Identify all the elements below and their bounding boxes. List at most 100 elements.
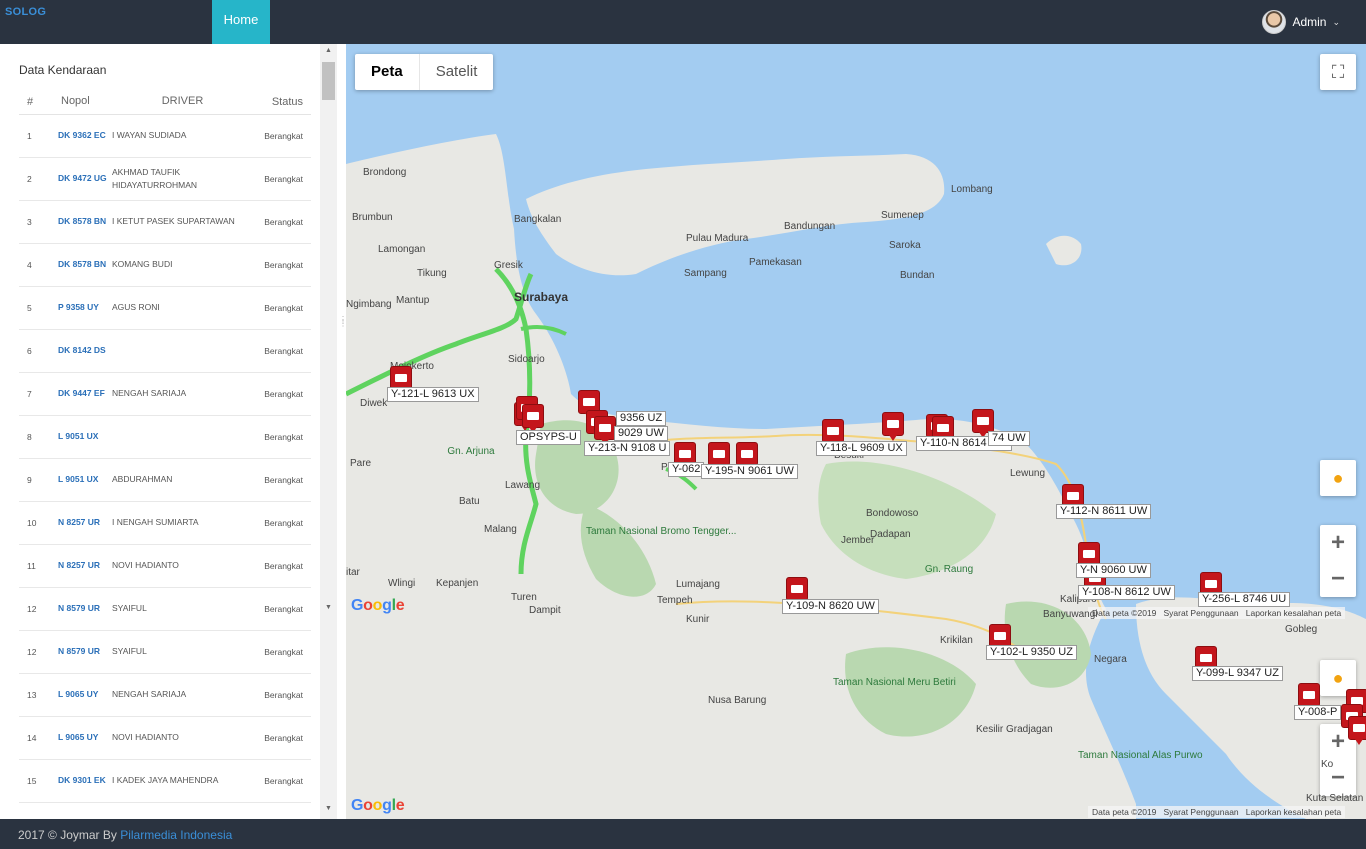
vehicle-map-label[interactable]: Y-099-L 9347 UZ: [1192, 666, 1283, 681]
table-row[interactable]: 10 N 8257 UR I NENGAH SUMIARTA Berangkat: [19, 501, 311, 545]
brand-logo[interactable]: SOLOG: [5, 6, 46, 18]
row-driver: [112, 415, 253, 459]
table-row[interactable]: 4 DK 8578 BN KOMANG BUDI Berangkat: [19, 243, 311, 287]
vehicle-map-label[interactable]: 9029 UW: [614, 426, 668, 441]
table-row[interactable]: N 8026: [19, 802, 311, 819]
truck-marker-icon[interactable]: [594, 416, 616, 445]
vehicle-map-label[interactable]: Y-102-L 9350 UZ: [986, 645, 1077, 660]
row-driver: I WAYAN SUDIADA: [112, 114, 253, 158]
table-row[interactable]: 7 DK 9447 EF NENGAH SARIAJA Berangkat: [19, 372, 311, 416]
truck-marker-icon[interactable]: [786, 577, 808, 606]
map-place-label: Gresik: [494, 260, 523, 271]
table-row[interactable]: 14 L 9065 UY NOVI HADIANTO Berangkat: [19, 716, 311, 760]
scroll-thumb[interactable]: [322, 62, 335, 100]
tab-map[interactable]: Peta: [355, 54, 420, 90]
map-place-label: Ko: [1321, 759, 1334, 770]
row-number: 5: [19, 286, 58, 330]
vehicle-map-label[interactable]: 9356 UZ: [616, 411, 667, 426]
row-driver: KOMANG BUDI: [112, 243, 253, 287]
map-place-label: Krikilan: [940, 635, 973, 646]
row-driver: I KADEK JAYA MAHENDRA: [112, 759, 253, 803]
table-row[interactable]: 5P 9358 UY AGUS RONI Berangkat: [19, 286, 311, 330]
table-row[interactable]: 11 N 8257 UR NOVI HADIANTO Berangkat: [19, 544, 311, 588]
scroll-up-icon[interactable]: ▲: [320, 44, 337, 58]
table-row[interactable]: 8L 9051 UX Berangkat: [19, 415, 311, 459]
col-header-driver[interactable]: Driver: [112, 90, 253, 115]
table-row[interactable]: 2 DK 9472 UG AKHMAD TAUFIK HIDAYATURROHMAN…: [19, 157, 311, 201]
zoom-out-button[interactable]: −: [1320, 561, 1356, 597]
truck-marker-icon[interactable]: [736, 442, 758, 471]
table-row[interactable]: 9L 9051 UX ABDURAHMAN Berangkat: [19, 458, 311, 502]
truck-marker-icon[interactable]: [972, 409, 994, 438]
map-place-label: Tikung: [417, 268, 447, 279]
nav-home-tab[interactable]: Home: [212, 0, 270, 50]
truck-marker-icon[interactable]: [522, 404, 544, 433]
row-status: Berangkat: [253, 458, 311, 502]
street-view-pegman-icon[interactable]: ●: [1320, 460, 1356, 496]
vehicle-map-label[interactable]: Y-N 9060 UW: [1076, 563, 1151, 578]
map-place-label: Jember: [841, 535, 875, 546]
scroll-down-icon[interactable]: ▼: [320, 802, 337, 816]
tab-satellite[interactable]: Satelit: [420, 54, 494, 90]
panel-splitter[interactable]: [338, 44, 346, 819]
table-row[interactable]: 6 DK 8142 DS Berangkat: [19, 329, 311, 373]
user-menu[interactable]: Admin ⌄: [1262, 10, 1340, 34]
truck-marker-icon[interactable]: [1298, 683, 1320, 712]
vehicle-map-label[interactable]: Y-062: [668, 462, 705, 477]
vehicle-map-label[interactable]: OPSYPS-U: [516, 430, 581, 445]
avatar: [1262, 10, 1287, 34]
table-row[interactable]: 1 DK 9362 EC I WAYAN SUDIADA Berangkat: [19, 114, 311, 158]
panel-scrollbar[interactable]: ▲ ▼ ▼: [320, 44, 337, 819]
report-error-link[interactable]: Laporkan kesalahan peta: [1246, 807, 1341, 817]
row-number: 6: [19, 329, 58, 373]
vehicle-data-panel: Data Kendaraan # Nopol Driver Status 1 DK…: [0, 44, 338, 819]
terms-link[interactable]: Syarat Penggunaan: [1164, 807, 1239, 817]
table-row[interactable]: 12 N 8579 UR SYAIFUL Berangkat: [19, 587, 311, 631]
table-row[interactable]: 12 N 8579 UR SYAIFUL Berangkat: [19, 630, 311, 674]
row-nopol: L 9065 UY: [58, 716, 112, 760]
fullscreen-button[interactable]: ⛶: [1320, 54, 1356, 90]
vehicle-map-label[interactable]: Y-213-N 9108 U: [584, 441, 671, 456]
truck-icon: [937, 424, 949, 432]
map-place-label: Sampang: [684, 268, 727, 279]
vehicle-map-label[interactable]: 74 UW: [988, 431, 1030, 446]
terms-link[interactable]: Syarat Penggunaan: [1164, 608, 1239, 618]
truck-icon: [791, 585, 803, 593]
scroll-down-icon[interactable]: ▼: [320, 601, 337, 615]
map-view[interactable]: Peta Satelit ⛶ ● + − ● + − Google Google…: [346, 44, 1366, 819]
row-status: Berangkat: [253, 415, 311, 459]
map-place-label: Pare: [350, 458, 372, 469]
map-place-label: Surabaya: [514, 290, 569, 304]
vehicle-map-label[interactable]: Y-112-N 8611 UW: [1056, 504, 1152, 519]
table-row[interactable]: 3 DK 8578 BN I KETUT PASEK SUPARTAWAN Beran…: [19, 200, 311, 244]
truck-icon: [977, 417, 989, 425]
vehicle-map-label[interactable]: Y-256-L 8746 UU: [1198, 592, 1291, 607]
row-number: 1: [19, 114, 58, 158]
footer-link[interactable]: Pilarmedia Indonesia: [120, 828, 232, 842]
row-number: 9: [19, 458, 58, 502]
truck-marker-icon[interactable]: [822, 419, 844, 448]
col-header-nopol[interactable]: Nopol: [58, 90, 112, 115]
zoom-in-button[interactable]: +: [1320, 525, 1356, 561]
vehicle-map-label[interactable]: Y-195-N 9061 UW: [701, 464, 798, 479]
row-number: 10: [19, 501, 58, 545]
vehicle-map-label[interactable]: Y-118-L 9609 UX: [816, 441, 907, 456]
row-nopol: P 9358 UY: [58, 286, 112, 330]
table-row[interactable]: 13 L 9065 UY NENGAH SARIAJA Berangkat: [19, 673, 311, 717]
vehicle-map-label[interactable]: Y-008-P: [1294, 705, 1342, 720]
row-driver: I KETUT PASEK SUPARTAWAN: [112, 200, 253, 244]
truck-marker-icon[interactable]: [708, 442, 730, 471]
report-error-link[interactable]: Laporkan kesalahan peta: [1246, 608, 1341, 618]
col-header-status[interactable]: Status: [253, 90, 311, 115]
vehicle-map-label[interactable]: Y-109-N 8620 UW: [782, 599, 879, 614]
vehicle-map-label[interactable]: Y-108-N 8612 UW: [1078, 585, 1175, 600]
map-place-label: Bangkalan: [514, 214, 562, 225]
fullscreen-icon: ⛶: [1331, 62, 1345, 82]
truck-marker-icon[interactable]: [1348, 716, 1366, 745]
vehicle-map-label[interactable]: Y-121-L 9613 UX: [387, 387, 479, 402]
truck-marker-icon[interactable]: [882, 412, 904, 441]
map-place-label: Pamekasan: [749, 257, 802, 268]
truck-icon: [395, 374, 407, 382]
table-row[interactable]: 15 DK 9301 EK I KADEK JAYA MAHENDRA Berangk…: [19, 759, 311, 803]
col-header-no[interactable]: #: [19, 90, 58, 115]
